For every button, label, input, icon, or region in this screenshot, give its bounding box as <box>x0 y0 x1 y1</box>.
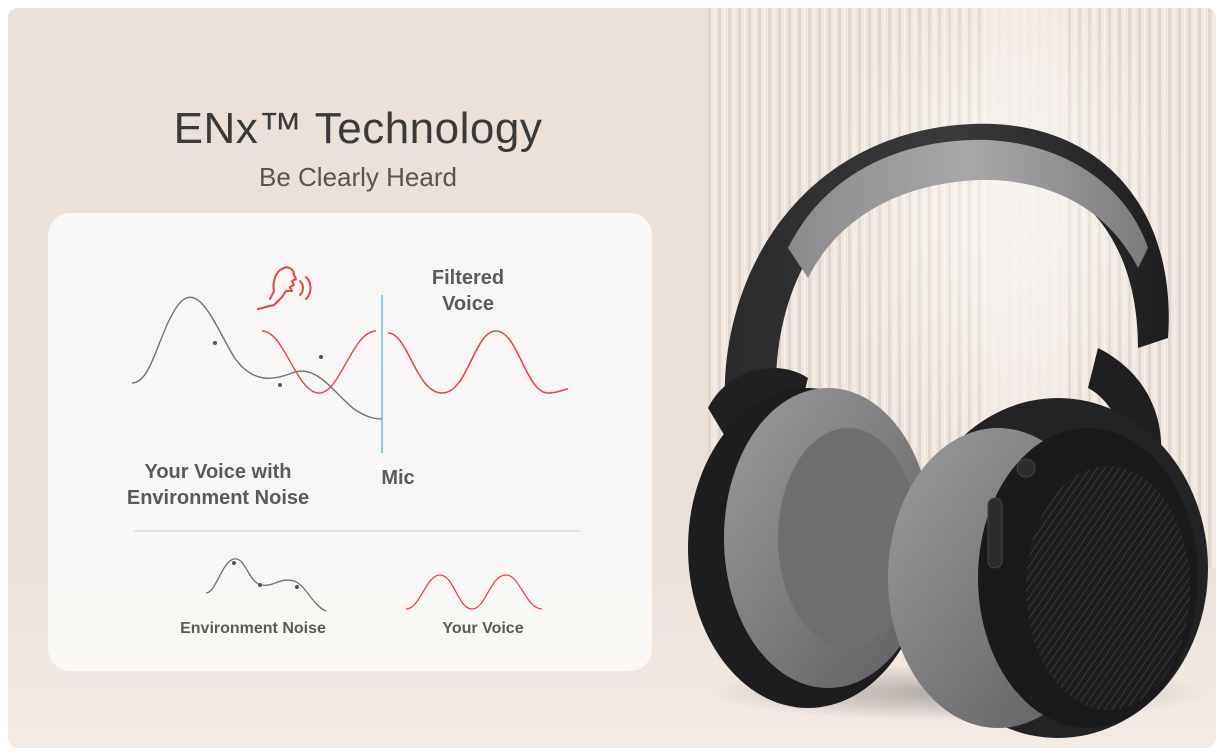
speaking-head-icon <box>257 266 312 310</box>
enx-diagram-card: Filtered Voice Your Voice with Environme… <box>48 213 652 671</box>
product-banner: ENx™ Technology Be Clearly Heard Filtere… <box>8 8 1216 748</box>
legend-noise-wave <box>205 558 327 612</box>
voice-with-noise-label: Your Voice with Environment Noise <box>126 461 310 509</box>
legend-noise-dot <box>232 561 236 565</box>
environment-noise-label: Environment Noise <box>180 620 326 637</box>
noise-dot <box>213 341 217 345</box>
legend-voice-wave <box>405 574 543 610</box>
voice-wave-filtered <box>387 330 569 394</box>
legend-noise-dot <box>258 583 262 587</box>
noise-dot <box>319 355 323 359</box>
banner-title: ENx™ Technology <box>173 104 543 153</box>
legend-noise-dot <box>295 585 299 589</box>
noise-dot <box>278 383 282 387</box>
noise-wave-main <box>131 296 383 420</box>
wave-diagram <box>131 266 580 612</box>
your-voice-label: Your Voice <box>442 620 524 637</box>
filtered-voice-label: Filtered Voice <box>431 267 505 315</box>
banner-subtitle: Be Clearly Heard <box>259 162 457 192</box>
mic-label: Mic <box>381 467 415 489</box>
headphones-image <box>688 123 1208 738</box>
